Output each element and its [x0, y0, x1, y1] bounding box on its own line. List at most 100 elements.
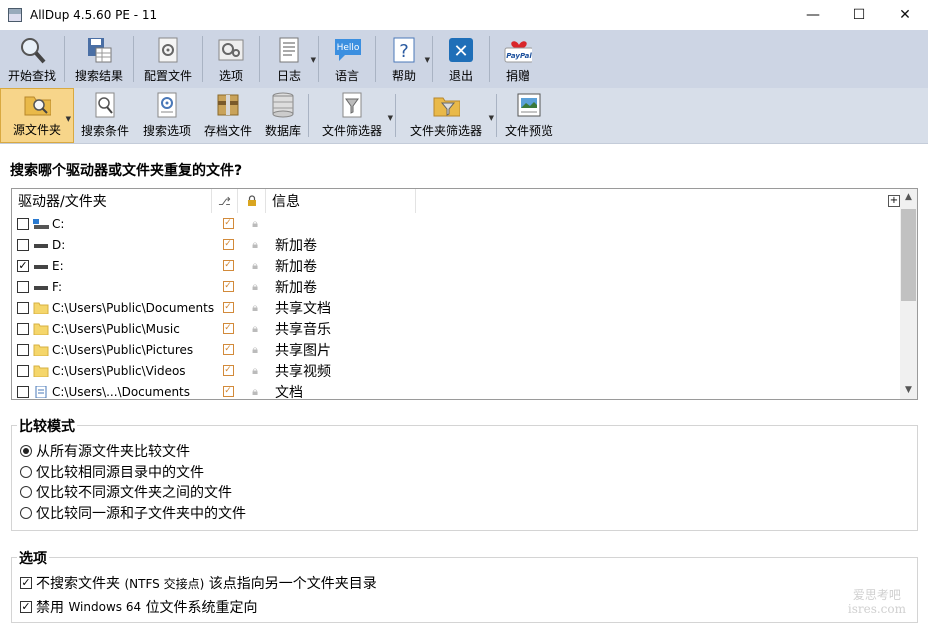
- include-subfolders-checkbox[interactable]: ✓: [222, 386, 234, 397]
- include-subfolders-checkbox[interactable]: ✓: [222, 218, 234, 229]
- log-button[interactable]: 日志 ▼: [260, 30, 318, 88]
- options-button[interactable]: 选项: [203, 30, 259, 88]
- search-results-button[interactable]: 搜索结果: [65, 30, 133, 88]
- vertical-scrollbar[interactable]: ▲ ▼: [900, 189, 917, 399]
- svg-text:Hello: Hello: [337, 43, 360, 53]
- include-subfolders-checkbox[interactable]: ✓: [222, 302, 234, 313]
- list-item[interactable]: C:\Users\Public\Documents ✓ 🔒︎ 共享文档: [12, 297, 900, 318]
- app-icon: [8, 8, 22, 22]
- chevron-down-icon[interactable]: ▼: [425, 56, 430, 64]
- file-preview-tab[interactable]: 文件预览: [497, 88, 561, 143]
- list-item[interactable]: C:\Users\Public\Videos ✓ 🔒︎ 共享视频: [12, 360, 900, 381]
- list-item[interactable]: ✓ E: ✓ 🔒︎ 新加卷: [12, 255, 900, 276]
- search-options-tab[interactable]: 搜索选项: [136, 88, 198, 143]
- chevron-down-icon[interactable]: ▼: [489, 114, 494, 122]
- donate-button[interactable]: PayPal 捐赠: [490, 30, 546, 88]
- list-item[interactable]: C: ✓ 🔒︎: [12, 213, 900, 234]
- scroll-up-icon[interactable]: ▲: [900, 189, 917, 206]
- row-checkbox[interactable]: [17, 301, 29, 314]
- row-checkbox[interactable]: [17, 322, 29, 335]
- row-checkbox[interactable]: [17, 343, 29, 356]
- folder-filter-tab[interactable]: 文件夹筛选器 ▼: [396, 88, 496, 143]
- lock-icon[interactable]: 🔒︎: [241, 238, 269, 252]
- lock-icon[interactable]: 🔒︎: [241, 385, 269, 399]
- row-checkbox[interactable]: [17, 217, 29, 230]
- lock-icon[interactable]: 🔒︎: [241, 259, 269, 273]
- list-item[interactable]: C:\Users\...\Documents ✓ 🔒︎ 文档: [12, 381, 900, 399]
- expand-columns-button[interactable]: +: [888, 195, 900, 207]
- checkbox[interactable]: ✓: [20, 601, 32, 613]
- radio-dot[interactable]: [20, 445, 32, 457]
- row-checkbox[interactable]: ✓: [17, 259, 29, 272]
- lock-column-icon[interactable]: [238, 189, 266, 213]
- profile-button[interactable]: 配置文件: [134, 30, 202, 88]
- language-button[interactable]: Hello 语言: [319, 30, 375, 88]
- search-criteria-tab[interactable]: 搜索条件: [74, 88, 136, 143]
- exit-icon: ✕: [447, 36, 475, 64]
- archive-files-tab[interactable]: 存档文件: [198, 88, 258, 143]
- column-info[interactable]: 信息: [266, 189, 416, 213]
- database-tab[interactable]: 数据库: [258, 88, 308, 143]
- radio-dot[interactable]: [20, 466, 32, 478]
- include-subfolders-checkbox[interactable]: ✓: [222, 344, 234, 355]
- include-subfolders-checkbox[interactable]: ✓: [222, 281, 234, 292]
- lock-icon[interactable]: 🔒︎: [241, 364, 269, 378]
- include-subfolders-checkbox[interactable]: ✓: [222, 323, 234, 334]
- row-checkbox[interactable]: [17, 385, 29, 398]
- archive-icon: [214, 91, 242, 119]
- row-checkbox[interactable]: [17, 280, 29, 293]
- compare-all-radio[interactable]: 从所有源文件夹比较文件: [20, 441, 190, 461]
- disable-fs-redirection-checkbox[interactable]: ✓ 禁用 Windows 64 位文件系统重定向: [20, 597, 258, 617]
- gears-icon: [217, 36, 245, 64]
- svg-text:✕: ✕: [453, 41, 468, 62]
- source-folder-tab[interactable]: 源文件夹 ▼: [0, 88, 74, 143]
- start-search-button[interactable]: 开始查找: [0, 30, 64, 88]
- help-button[interactable]: ? 帮助 ▼: [376, 30, 432, 88]
- include-subfolders-checkbox[interactable]: ✓: [222, 260, 234, 271]
- column-drive-folder[interactable]: 驱动器/文件夹: [12, 189, 212, 213]
- folder-list[interactable]: 驱动器/文件夹 ⎇ 信息 + C: ✓ 🔒︎ D: ✓ 🔒︎ 新加卷 ✓ E: …: [11, 188, 918, 400]
- list-item[interactable]: C:\Users\Public\Music ✓ 🔒︎ 共享音乐: [12, 318, 900, 339]
- list-item[interactable]: C:\Users\Public\Pictures ✓ 🔒︎ 共享图片: [12, 339, 900, 360]
- close-button[interactable]: ✕: [882, 0, 928, 30]
- radio-dot[interactable]: [20, 486, 32, 498]
- file-filter-tab[interactable]: 文件筛选器 ▼: [309, 88, 395, 143]
- compare-different-dirs-radio[interactable]: 仅比较不同源文件夹之间的文件: [20, 482, 232, 502]
- include-subfolders-checkbox[interactable]: ✓: [222, 239, 234, 250]
- chevron-down-icon[interactable]: ▼: [311, 56, 316, 64]
- lock-icon[interactable]: 🔒︎: [241, 280, 269, 294]
- folder-filter-icon: [432, 91, 460, 119]
- paypal-icon: PayPal: [504, 36, 532, 64]
- document-icon: [35, 385, 47, 398]
- drive-icon: [34, 264, 48, 269]
- main-toolbar: 开始查找 搜索结果 配置文件 选项 日志 ▼ Hello 语言 ? 帮助 ▼ ✕…: [0, 30, 928, 88]
- checkbox[interactable]: ✓: [20, 577, 32, 589]
- magnifier-icon: [18, 36, 46, 64]
- chevron-down-icon[interactable]: ▼: [66, 115, 71, 123]
- search-criteria-icon: [91, 91, 119, 119]
- lock-icon[interactable]: 🔒︎: [241, 301, 269, 315]
- compare-same-source-subfolders-radio[interactable]: 仅比较同一源和子文件夹中的文件: [20, 503, 246, 523]
- drive-icon: [34, 285, 48, 290]
- subfolder-column-icon[interactable]: ⎇: [212, 189, 238, 213]
- lock-icon[interactable]: 🔒︎: [241, 217, 269, 231]
- compare-same-dir-radio[interactable]: 仅比较相同源目录中的文件: [20, 462, 204, 482]
- radio-dot[interactable]: [20, 507, 32, 519]
- title-bar: AllDup 4.5.60 PE - 11 — ☐ ✕: [0, 0, 928, 30]
- minimize-button[interactable]: —: [790, 0, 836, 30]
- row-checkbox[interactable]: [17, 364, 29, 377]
- folder-search-icon: [23, 90, 51, 118]
- chevron-down-icon[interactable]: ▼: [388, 114, 393, 122]
- exit-button[interactable]: ✕ 退出: [433, 30, 489, 88]
- folder-icon: [33, 323, 49, 335]
- lock-icon[interactable]: 🔒︎: [241, 322, 269, 336]
- include-subfolders-checkbox[interactable]: ✓: [222, 365, 234, 376]
- scroll-thumb[interactable]: [901, 209, 916, 301]
- lock-icon[interactable]: 🔒︎: [241, 343, 269, 357]
- list-item[interactable]: D: ✓ 🔒︎ 新加卷: [12, 234, 900, 255]
- skip-junction-checkbox[interactable]: ✓ 不搜索文件夹 (NTFS 交接点) 该点指向另一个文件夹目录: [20, 573, 377, 593]
- maximize-button[interactable]: ☐: [836, 0, 882, 30]
- row-checkbox[interactable]: [17, 238, 29, 251]
- scroll-down-icon[interactable]: ▼: [900, 382, 917, 399]
- list-item[interactable]: F: ✓ 🔒︎ 新加卷: [12, 276, 900, 297]
